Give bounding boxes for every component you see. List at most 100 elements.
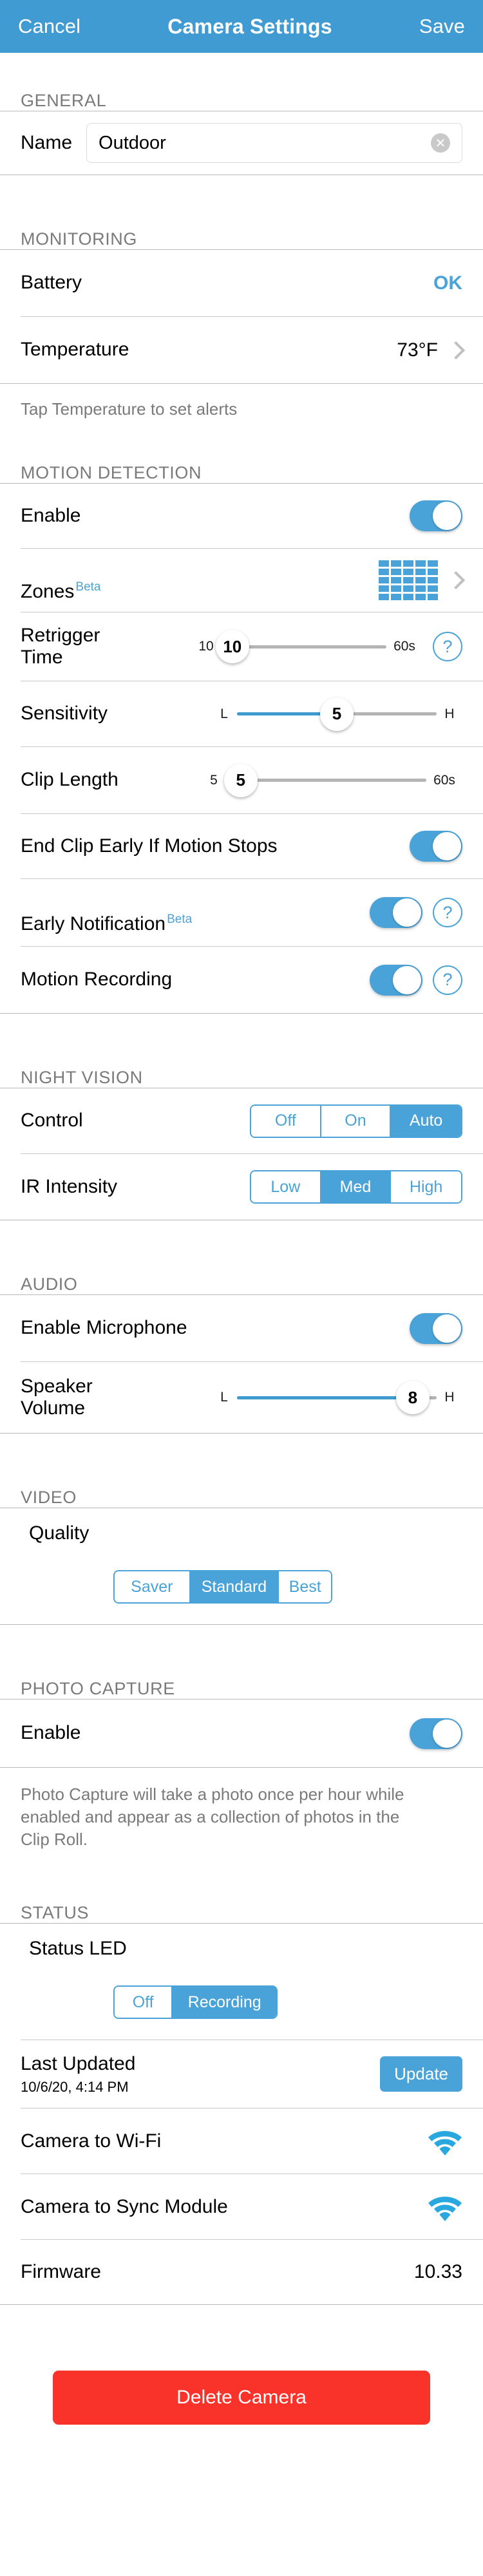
row-zones[interactable]: Zones Beta <box>0 549 483 612</box>
early-notification-beta-badge: Beta <box>167 912 193 926</box>
early-notification-label: Early Notification Beta <box>21 890 192 935</box>
status-led-option-recording[interactable]: Recording <box>173 1987 276 2018</box>
end-clip-early-toggle[interactable] <box>410 831 462 862</box>
camera-to-wifi-label: Camera to Wi-Fi <box>21 2130 162 2152</box>
motion-recording-toggle[interactable] <box>370 964 422 996</box>
row-clip-length: Clip Length 5 5 60s <box>0 747 483 813</box>
early-notification-label-text: Early Notification <box>21 913 166 934</box>
name-label: Name <box>21 131 73 153</box>
end-clip-early-label: End Clip Early If Motion Stops <box>21 835 278 857</box>
sensitivity-slider[interactable]: L 5 H <box>211 696 462 732</box>
zones-label: Zones Beta <box>21 558 100 603</box>
clip-length-max-label: 60s <box>433 772 455 788</box>
chevron-right-icon <box>446 571 466 590</box>
speaker-max-label: H <box>444 1390 455 1405</box>
speaker-volume-label: Speaker Volume <box>21 1375 93 1419</box>
wifi-icon <box>428 2196 462 2221</box>
row-name: Name Outdoor ✕ <box>0 111 483 175</box>
section-header-night-vision: NIGHT VISION <box>21 1068 143 1087</box>
clear-circle-icon[interactable]: ✕ <box>431 133 450 153</box>
nv-control-segmented[interactable]: Off On Auto <box>250 1104 462 1138</box>
nv-control-option-on[interactable]: On <box>321 1105 392 1137</box>
last-updated-label: Last Updated <box>21 2052 136 2074</box>
slider-fill <box>237 1396 413 1399</box>
status-led-option-off[interactable]: Off <box>115 1987 173 2018</box>
motion-recording-help-icon[interactable]: ? <box>433 965 462 995</box>
nv-control-label: Control <box>21 1110 83 1132</box>
save-button[interactable]: Save <box>419 15 465 38</box>
nv-control-option-auto[interactable]: Auto <box>391 1105 461 1137</box>
toggle-knob <box>433 502 461 530</box>
zones-grid-icon[interactable] <box>379 560 438 600</box>
toggle-knob <box>433 1719 461 1748</box>
sensitivity-label: Sensitivity <box>21 703 108 724</box>
row-camera-to-wifi: Camera to Wi-Fi <box>0 2108 483 2174</box>
name-input[interactable]: Outdoor ✕ <box>86 123 462 163</box>
row-nv-control: Control Off On Auto <box>0 1088 483 1153</box>
toggle-knob <box>433 832 461 860</box>
photo-capture-enable-toggle[interactable] <box>410 1718 462 1749</box>
monitoring-footnote: Tap Temperature to set alerts <box>21 399 238 419</box>
last-updated-timestamp: 10/6/20, 4:14 PM <box>21 2079 129 2096</box>
retrigger-time-label: Retrigger Time <box>21 624 100 668</box>
toggle-knob <box>393 898 421 927</box>
navigation-bar: Cancel Camera Settings Save <box>0 0 483 53</box>
quality-option-saver[interactable]: Saver <box>115 1571 191 1602</box>
ir-option-med[interactable]: Med <box>321 1171 392 1202</box>
quality-option-standard[interactable]: Standard <box>190 1571 279 1602</box>
quality-option-best[interactable]: Best <box>279 1571 331 1602</box>
name-input-value: Outdoor <box>99 132 166 153</box>
battery-label: Battery <box>21 272 82 294</box>
enable-microphone-toggle[interactable] <box>410 1312 462 1344</box>
section-header-audio: AUDIO <box>21 1274 78 1294</box>
firmware-label: Firmware <box>21 2261 101 2283</box>
row-photo-capture-enable: Enable <box>0 1700 483 1767</box>
photo-capture-enable-label: Enable <box>21 1722 81 1744</box>
row-retrigger-time: Retrigger Time 10 10 60s ? <box>0 612 483 681</box>
row-sensitivity: Sensitivity L 5 H <box>0 681 483 746</box>
early-notification-help-icon[interactable]: ? <box>433 898 462 927</box>
sensitivity-min-label: L <box>220 706 228 721</box>
row-speaker-volume: Speaker Volume L 8 H <box>0 1362 483 1433</box>
footer-spacer <box>0 2305 483 2371</box>
slider-thumb[interactable]: 5 <box>223 763 258 797</box>
section-header-motion-detection: MOTION DETECTION <box>21 463 202 482</box>
clip-length-min-label: 5 <box>210 772 218 788</box>
toggle-knob <box>393 965 421 994</box>
section-header-status: STATUS <box>21 1903 90 1923</box>
retrigger-help-icon[interactable]: ? <box>433 632 462 661</box>
slider-thumb[interactable]: 10 <box>215 630 249 663</box>
motion-enable-toggle[interactable] <box>410 500 462 531</box>
retrigger-time-slider[interactable]: 10 10 60s ? <box>193 629 462 665</box>
section-header-monitoring: MONITORING <box>21 229 137 249</box>
toggle-knob <box>433 1314 461 1343</box>
update-button[interactable]: Update <box>380 2056 462 2092</box>
row-temperature[interactable]: Temperature 73°F <box>0 317 483 383</box>
motion-enable-label: Enable <box>21 504 81 526</box>
early-notification-toggle[interactable] <box>370 897 422 928</box>
row-end-clip-early: End Clip Early If Motion Stops <box>0 814 483 878</box>
video-quality-segmented[interactable]: Saver Standard Best <box>113 1570 332 1604</box>
ir-intensity-label: IR Intensity <box>21 1175 118 1197</box>
slider-thumb[interactable]: 5 <box>320 697 354 731</box>
cancel-button[interactable]: Cancel <box>18 15 80 38</box>
ir-option-high[interactable]: High <box>391 1171 461 1202</box>
wifi-icon <box>428 2130 462 2155</box>
page-title: Camera Settings <box>167 14 332 38</box>
speaker-volume-slider[interactable]: L 8 H <box>211 1379 462 1416</box>
motion-recording-label: Motion Recording <box>21 969 173 990</box>
camera-to-sync-module-label: Camera to Sync Module <box>21 2195 228 2217</box>
nv-control-option-off[interactable]: Off <box>251 1105 321 1137</box>
delete-camera-button[interactable]: Delete Camera <box>53 2371 430 2425</box>
photo-capture-footnote: Photo Capture will take a photo once per… <box>21 1785 404 1850</box>
row-motion-recording: Motion Recording ? <box>0 947 483 1013</box>
clip-length-slider[interactable]: 5 5 60s <box>201 762 462 799</box>
speaker-min-label: L <box>220 1390 228 1405</box>
slider-thumb[interactable]: 8 <box>395 1381 430 1414</box>
ir-option-low[interactable]: Low <box>251 1171 321 1202</box>
ir-intensity-segmented[interactable]: Low Med High <box>250 1170 462 1204</box>
row-motion-enable: Enable <box>0 484 483 548</box>
row-battery[interactable]: Battery OK <box>0 250 483 316</box>
status-led-segmented[interactable]: Off Recording <box>113 1985 278 2020</box>
temperature-value: 73°F <box>397 339 438 361</box>
